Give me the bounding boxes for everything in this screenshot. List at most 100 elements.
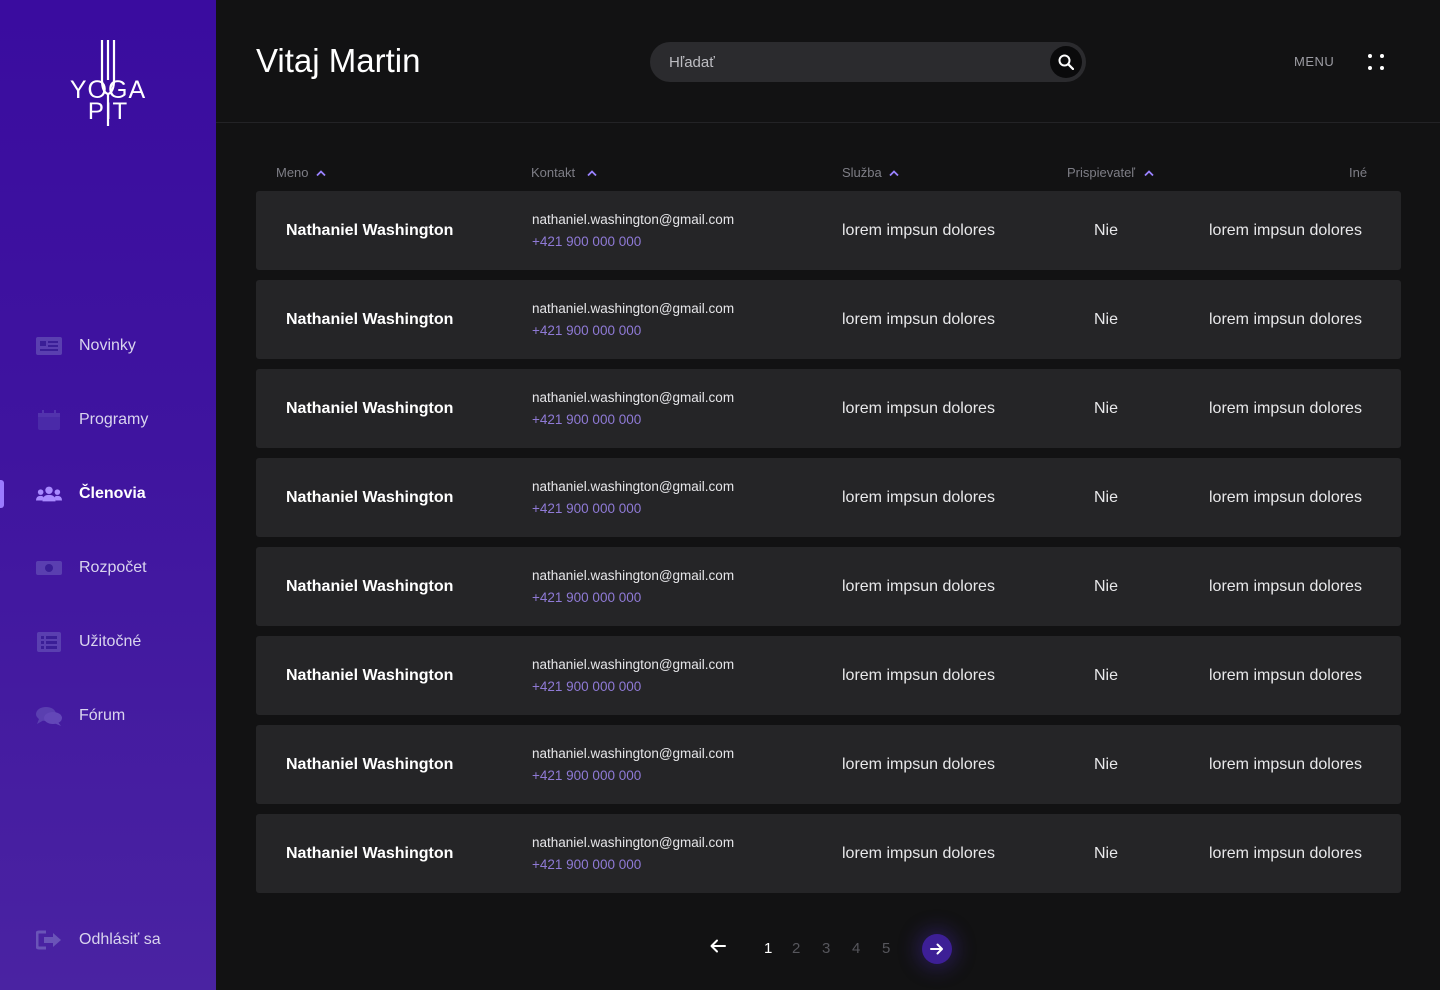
- column-header-label: Prispievateľ: [1067, 165, 1136, 180]
- table-row[interactable]: Nathaniel Washington nathaniel.washingto…: [256, 814, 1401, 893]
- member-email[interactable]: nathaniel.washington@gmail.com: [532, 568, 734, 583]
- member-email[interactable]: nathaniel.washington@gmail.com: [532, 835, 734, 850]
- member-other: lorem impsun dolores: [1209, 311, 1362, 328]
- member-other: lorem impsun dolores: [1209, 400, 1362, 417]
- member-contributor: Nie: [1094, 311, 1119, 328]
- comments-icon: [36, 706, 62, 726]
- table-row[interactable]: Nathaniel Washington nathaniel.washingto…: [256, 636, 1401, 715]
- sort-up-icon: [1144, 169, 1154, 176]
- member-contributor: Nie: [1094, 578, 1119, 595]
- member-name: Nathaniel Washington: [286, 489, 454, 506]
- member-email[interactable]: nathaniel.washington@gmail.com: [532, 301, 734, 316]
- member-contributor: Nie: [1094, 489, 1119, 506]
- member-phone[interactable]: +421 900 000 000: [532, 768, 641, 783]
- table-row[interactable]: Nathaniel Washington nathaniel.washingto…: [256, 191, 1401, 270]
- menu-label[interactable]: MENU: [1294, 54, 1334, 69]
- member-email[interactable]: nathaniel.washington@gmail.com: [532, 212, 734, 227]
- table-row[interactable]: Nathaniel Washington nathaniel.washingto…: [256, 547, 1401, 626]
- member-contributor: Nie: [1094, 400, 1119, 417]
- sidebar-item-label: Programy: [79, 411, 149, 428]
- logout-button[interactable]: Odhlásiť sa: [0, 903, 216, 977]
- member-contributor: Nie: [1094, 222, 1119, 239]
- member-other: lorem impsun dolores: [1209, 222, 1362, 239]
- sidebar-item-programy[interactable]: Programy: [0, 383, 216, 457]
- yoga-pit-logo[interactable]: YOGA PIT: [58, 36, 158, 126]
- column-header-label: Kontakt: [531, 165, 576, 180]
- member-phone[interactable]: +421 900 000 000: [532, 412, 641, 427]
- sidebar: YOGA PIT Novinky Programy Členovia Rozpo…: [0, 0, 216, 990]
- page-title: Vitaj Martin: [256, 42, 421, 79]
- member-email[interactable]: nathaniel.washington@gmail.com: [532, 390, 734, 405]
- member-phone[interactable]: +421 900 000 000: [532, 234, 641, 249]
- member-phone[interactable]: +421 900 000 000: [532, 501, 641, 516]
- member-service: lorem impsun dolores: [842, 756, 995, 773]
- page-5-button[interactable]: 5: [882, 940, 890, 957]
- pagination: 1 2 3 4 5: [700, 930, 1000, 966]
- sidebar-item-label: Užitočné: [79, 633, 142, 650]
- grid-menu-icon[interactable]: [1366, 52, 1390, 72]
- search-button[interactable]: [1050, 46, 1082, 78]
- page-2-button[interactable]: 2: [792, 940, 800, 957]
- member-service: lorem impsun dolores: [842, 400, 995, 417]
- sidebar-item-forum[interactable]: Fórum: [0, 679, 216, 753]
- table-row[interactable]: Nathaniel Washington nathaniel.washingto…: [256, 725, 1401, 804]
- column-header-ine[interactable]: Iné: [1349, 165, 1367, 180]
- member-email[interactable]: nathaniel.washington@gmail.com: [532, 746, 734, 761]
- members-table: Nathaniel Washington nathaniel.washingto…: [256, 191, 1401, 903]
- sidebar-item-uzitocne[interactable]: Užitočné: [0, 605, 216, 679]
- member-service: lorem impsun dolores: [842, 489, 995, 506]
- column-header-sluzba[interactable]: Služba: [842, 165, 899, 180]
- column-header-label: Služba: [842, 165, 882, 180]
- member-email[interactable]: nathaniel.washington@gmail.com: [532, 479, 734, 494]
- users-icon: [36, 484, 62, 504]
- page-1-button[interactable]: 1: [764, 940, 772, 957]
- top-header: Vitaj Martin MENU: [216, 0, 1440, 123]
- column-header-meno[interactable]: Meno: [276, 165, 326, 180]
- column-header-label: Iné: [1349, 165, 1368, 180]
- next-page-button[interactable]: [922, 934, 952, 964]
- member-contributor: Nie: [1094, 845, 1119, 862]
- member-other: lorem impsun dolores: [1209, 667, 1362, 684]
- member-other: lorem impsun dolores: [1209, 578, 1362, 595]
- logo-text-pit: PIT: [87, 98, 129, 125]
- sort-up-icon: [587, 169, 597, 176]
- sidebar-item-label: Novinky: [79, 337, 136, 354]
- member-name: Nathaniel Washington: [286, 311, 454, 328]
- member-name: Nathaniel Washington: [286, 845, 454, 862]
- member-name: Nathaniel Washington: [286, 222, 454, 239]
- member-other: lorem impsun dolores: [1209, 845, 1362, 862]
- member-name: Nathaniel Washington: [286, 756, 454, 773]
- table-row[interactable]: Nathaniel Washington nathaniel.washingto…: [256, 369, 1401, 448]
- member-service: lorem impsun dolores: [842, 311, 995, 328]
- arrow-right-icon: [930, 943, 943, 955]
- sidebar-nav: Novinky Programy Členovia Rozpočet Užito…: [0, 309, 216, 753]
- calendar-icon: [36, 410, 62, 430]
- list-icon: [36, 632, 62, 652]
- column-header-prispievatel[interactable]: Prispievateľ: [1067, 165, 1154, 180]
- table-row[interactable]: Nathaniel Washington nathaniel.washingto…: [256, 280, 1401, 359]
- member-name: Nathaniel Washington: [286, 667, 454, 684]
- sidebar-item-label: Členovia: [79, 485, 146, 502]
- sign-out-icon: [35, 930, 62, 950]
- member-phone[interactable]: +421 900 000 000: [532, 857, 641, 872]
- sort-up-icon: [315, 169, 326, 176]
- sidebar-item-clenovia[interactable]: Členovia: [0, 457, 216, 531]
- member-phone[interactable]: +421 900 000 000: [532, 590, 641, 605]
- sidebar-item-rozpocet[interactable]: Rozpočet: [0, 531, 216, 605]
- member-contributor: Nie: [1094, 756, 1119, 773]
- sort-up-icon: [889, 169, 899, 176]
- member-phone[interactable]: +421 900 000 000: [532, 679, 641, 694]
- column-header-label: Meno: [276, 165, 309, 180]
- table-row[interactable]: Nathaniel Washington nathaniel.washingto…: [256, 458, 1401, 537]
- page-3-button[interactable]: 3: [822, 940, 830, 957]
- column-header-kontakt[interactable]: Kontakt: [531, 165, 597, 180]
- member-phone[interactable]: +421 900 000 000: [532, 323, 641, 338]
- search-input[interactable]: [650, 42, 1030, 82]
- money-icon: [36, 558, 62, 578]
- page-4-button[interactable]: 4: [852, 940, 860, 957]
- sidebar-item-novinky[interactable]: Novinky: [0, 309, 216, 383]
- previous-page-button[interactable]: [710, 939, 730, 957]
- member-email[interactable]: nathaniel.washington@gmail.com: [532, 657, 734, 672]
- member-other: lorem impsun dolores: [1209, 489, 1362, 506]
- member-name: Nathaniel Washington: [286, 400, 454, 417]
